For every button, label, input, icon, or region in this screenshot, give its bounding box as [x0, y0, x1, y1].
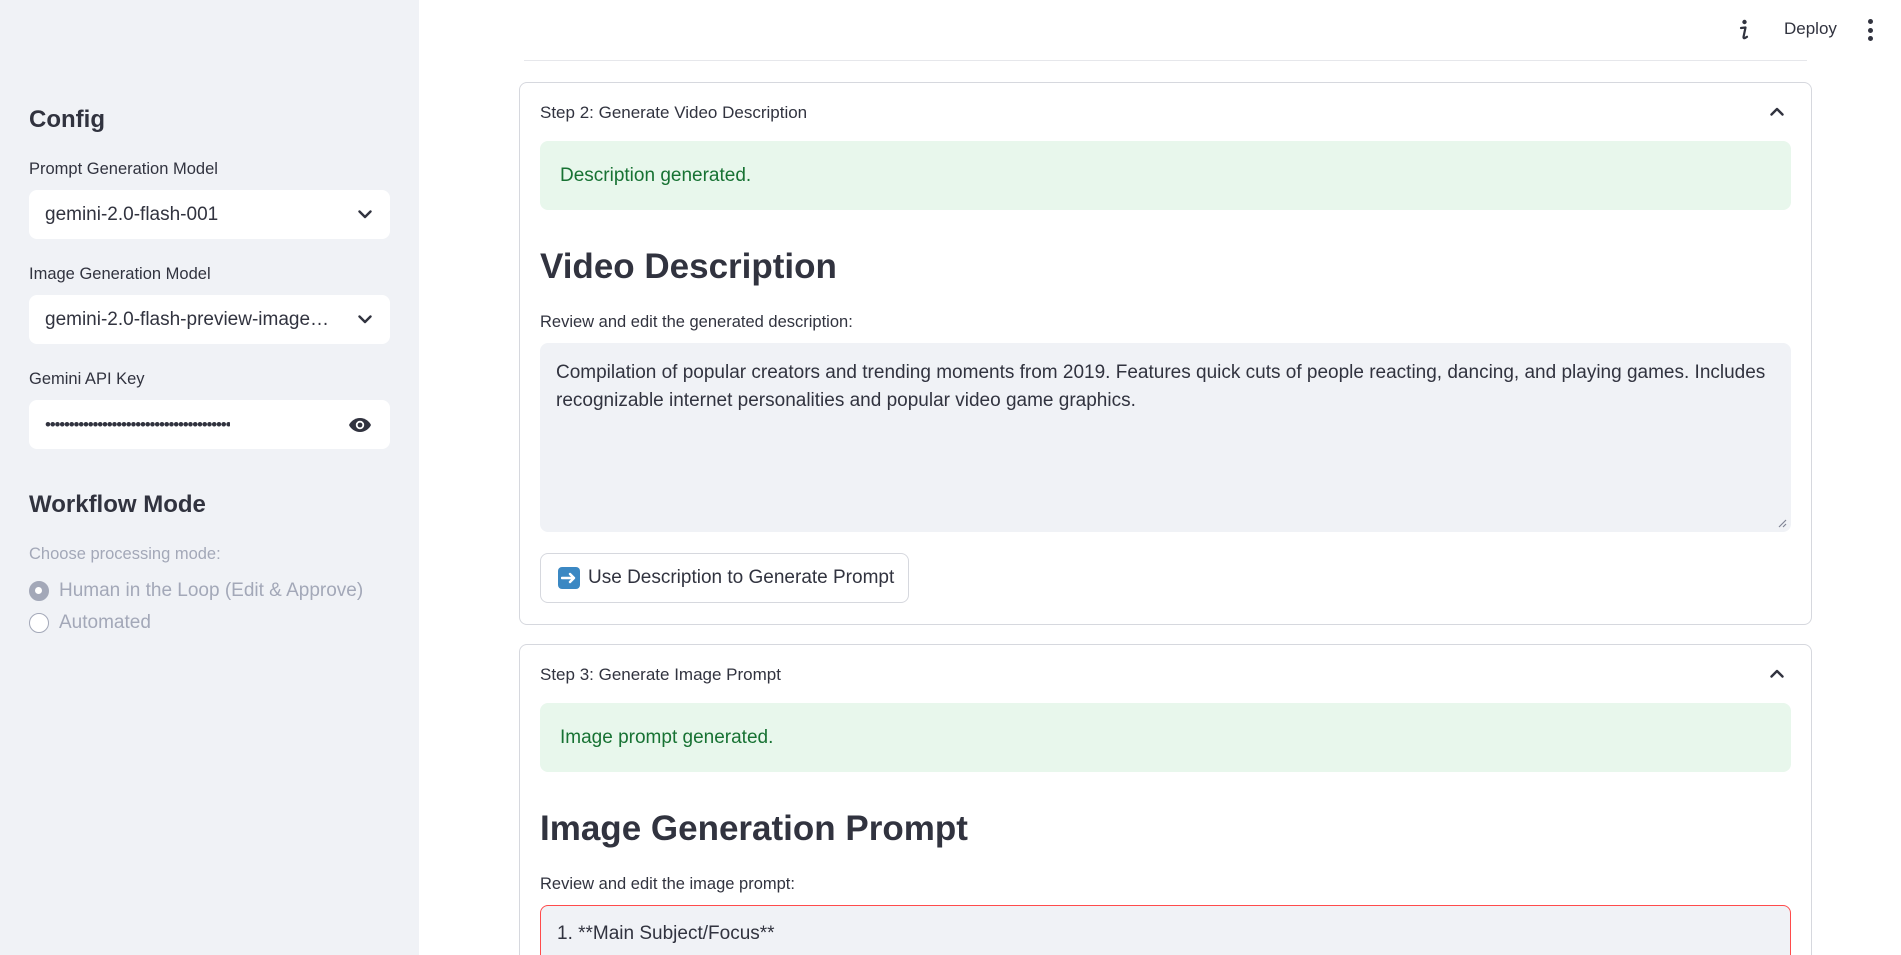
- radio-selected-icon: [29, 581, 49, 601]
- radio-label: Human in the Loop (Edit & Approve): [59, 580, 364, 601]
- prompt-model-value: gemini-2.0-flash-001: [45, 203, 219, 225]
- step3-expander: Step 3: Generate Image Prompt Image prom…: [519, 644, 1812, 955]
- api-key-masked-value: •••••••••••••••••••••••••••••••••••••••: [45, 414, 231, 434]
- chevron-up-icon[interactable]: [1769, 103, 1785, 119]
- image-model-select[interactable]: gemini-2.0-flash-preview-image-generatio…: [29, 295, 390, 344]
- prompt-model-select[interactable]: gemini-2.0-flash-001: [29, 190, 390, 239]
- resize-handle-icon[interactable]: [1777, 518, 1787, 528]
- description-textarea[interactable]: Compilation of popular creators and tren…: [540, 343, 1791, 532]
- step3-title[interactable]: Step 3: Generate Image Prompt: [540, 665, 781, 685]
- image-prompt-textarea[interactable]: 1. **Main Subject/Focus**: [540, 905, 1791, 955]
- image-prompt-text: 1. **Main Subject/Focus**: [557, 923, 775, 944]
- radio-unselected-icon: [29, 613, 49, 633]
- arrow-right-icon: [558, 567, 580, 589]
- more-vertical-icon[interactable]: [1862, 19, 1878, 41]
- info-icon[interactable]: [1733, 16, 1755, 44]
- api-key-input[interactable]: •••••••••••••••••••••••••••••••••••••••: [29, 400, 390, 449]
- config-heading: Config: [29, 106, 105, 133]
- chevron-down-icon: [356, 311, 374, 329]
- step3-success-alert: Image prompt generated.: [540, 703, 1791, 772]
- api-key-label: Gemini API Key: [29, 370, 145, 388]
- sidebar: Config Prompt Generation Model gemini-2.…: [0, 0, 419, 955]
- step3-field-label: Review and edit the image prompt:: [540, 875, 795, 893]
- description-text: Compilation of popular creators and tren…: [556, 362, 1766, 411]
- divider: [524, 60, 1807, 61]
- step2-success-alert: Description generated.: [540, 141, 1791, 210]
- workflow-heading: Workflow Mode: [29, 491, 206, 518]
- radio-automated[interactable]: Automated: [29, 612, 151, 634]
- use-description-button[interactable]: Use Description to Generate Prompt: [540, 553, 910, 603]
- deploy-button[interactable]: Deploy: [1784, 19, 1837, 39]
- step2-heading: Video Description: [540, 247, 837, 286]
- use-description-label: Use Description to Generate Prompt: [588, 567, 895, 588]
- chevron-down-icon: [356, 206, 374, 224]
- image-model-value: gemini-2.0-flash-preview-image-generatio…: [45, 308, 335, 330]
- image-model-label: Image Generation Model: [29, 265, 211, 283]
- mode-label: Choose processing mode:: [29, 545, 221, 563]
- radio-human-in-loop[interactable]: Human in the Loop (Edit & Approve): [29, 580, 363, 602]
- step3-heading: Image Generation Prompt: [540, 809, 968, 848]
- eye-icon[interactable]: [348, 417, 372, 433]
- chevron-up-icon[interactable]: [1769, 665, 1785, 681]
- prompt-model-label: Prompt Generation Model: [29, 160, 218, 178]
- step2-title[interactable]: Step 2: Generate Video Description: [540, 103, 807, 123]
- step2-expander: Step 2: Generate Video Description Descr…: [519, 82, 1812, 625]
- step2-field-label: Review and edit the generated descriptio…: [540, 313, 853, 331]
- radio-label: Automated: [59, 612, 151, 633]
